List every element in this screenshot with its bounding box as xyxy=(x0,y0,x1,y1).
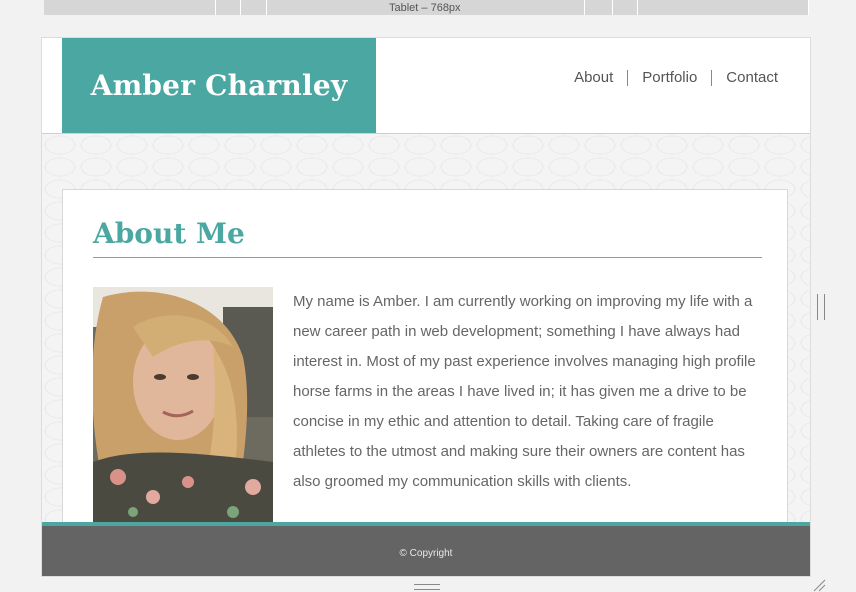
nav-link-contact[interactable]: Contact xyxy=(712,69,778,86)
brand-block[interactable]: Amber Charnley xyxy=(62,38,376,133)
ruler-segment[interactable] xyxy=(613,0,638,15)
resize-handle-bottom[interactable] xyxy=(414,584,440,590)
ruler-segment[interactable] xyxy=(241,0,267,15)
heading-divider xyxy=(93,257,762,258)
resize-handle-right[interactable] xyxy=(817,294,825,320)
ruler-segment[interactable] xyxy=(585,0,613,15)
main-nav: About Portfolio Contact xyxy=(560,69,778,86)
about-card: About Me My name is Amber. I am currentl… xyxy=(62,189,788,531)
site-title: Amber Charnley xyxy=(90,69,348,102)
device-size-label: Tablet – 768px xyxy=(389,2,461,14)
ruler-segment[interactable] xyxy=(44,0,216,15)
about-bio: My name is Amber. I am currently working… xyxy=(293,293,756,490)
about-heading: About Me xyxy=(93,217,245,250)
site-footer: © Copyright xyxy=(42,522,810,576)
portrait-image xyxy=(93,287,273,527)
profile-photo xyxy=(93,287,273,527)
nav-link-about[interactable]: About xyxy=(560,69,627,86)
resize-corner-icon[interactable] xyxy=(812,578,826,592)
copyright-text: © Copyright xyxy=(399,547,453,559)
ruler-segment[interactable] xyxy=(638,0,809,15)
nav-link-portfolio[interactable]: Portfolio xyxy=(628,69,711,86)
tablet-viewport: Amber Charnley About Portfolio Contact A… xyxy=(41,37,811,577)
ruler-segment[interactable] xyxy=(216,0,241,15)
site-header: Amber Charnley About Portfolio Contact xyxy=(42,38,810,134)
responsive-ruler: Tablet – 768px xyxy=(0,0,856,16)
